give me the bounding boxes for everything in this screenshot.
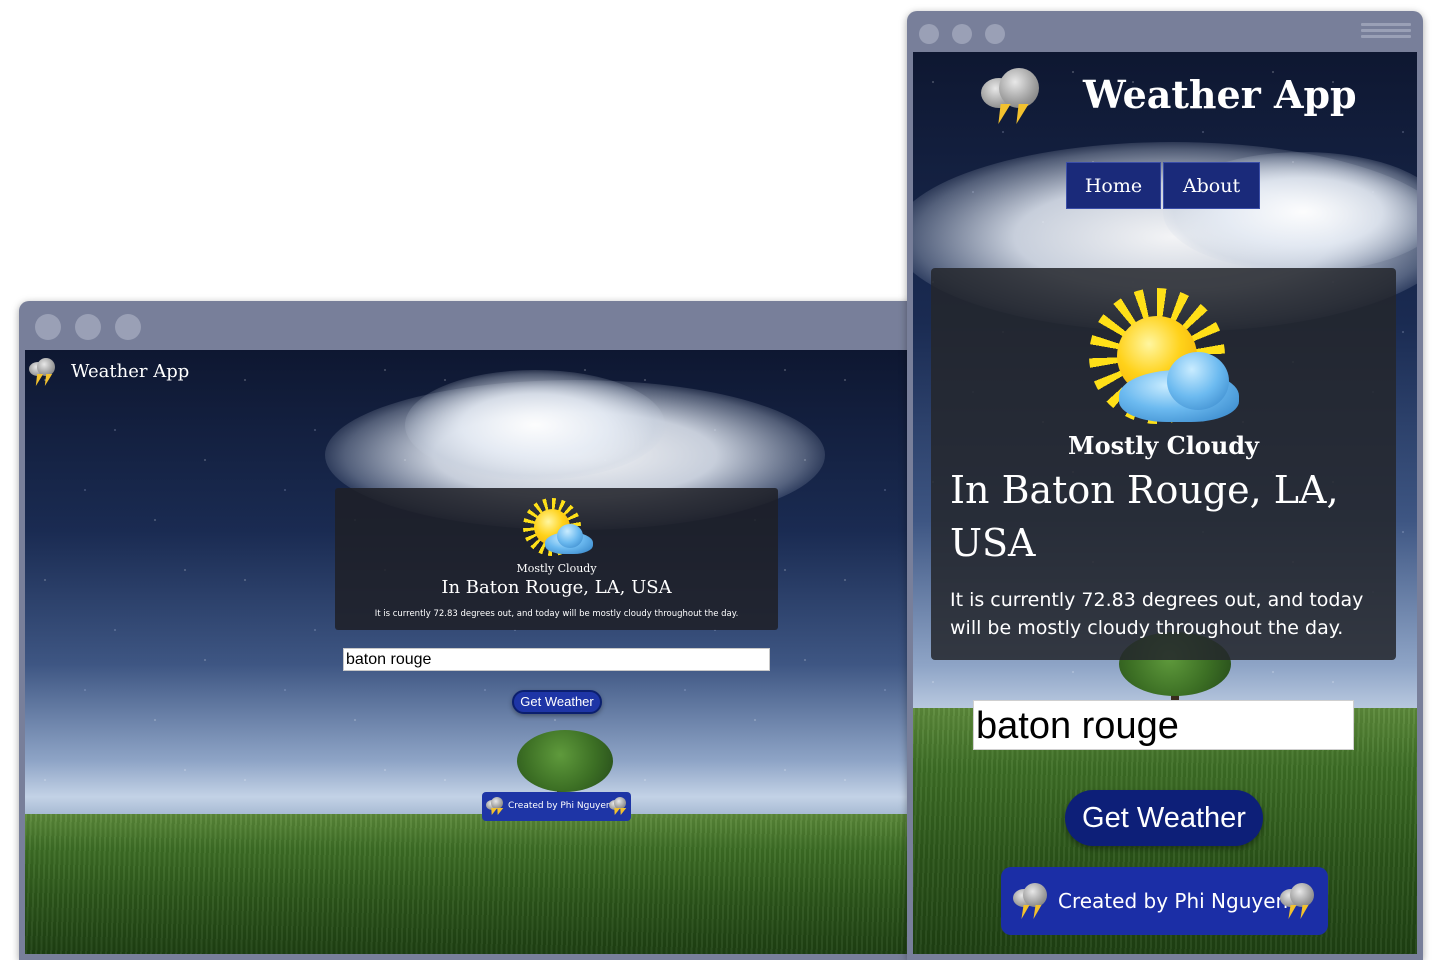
weather-condition: Mostly Cloudy xyxy=(1068,431,1259,460)
app-title[interactable]: Weather App xyxy=(1083,72,1357,117)
thunderstorm-cloud-icon xyxy=(1278,881,1318,921)
credit-badge[interactable]: Created by Phi Nguyen xyxy=(482,792,631,821)
thunderstorm-cloud-icon xyxy=(608,796,628,816)
nav-item-about[interactable]: About xyxy=(1163,162,1260,209)
thunderstorm-cloud-icon[interactable] xyxy=(27,356,57,386)
thunderstorm-cloud-icon xyxy=(485,796,505,816)
desktop-browser-window: Weather App Mostly Cloudy In Baton Rouge… xyxy=(19,301,919,960)
city-search-input[interactable] xyxy=(343,648,770,671)
credit-text: Created by Phi Nguyen xyxy=(1058,889,1289,913)
sun-behind-cloud-icon xyxy=(523,498,595,558)
hamburger-menu-icon[interactable] xyxy=(1361,23,1411,41)
thunderstorm-cloud-icon[interactable] xyxy=(979,64,1043,126)
weather-card: Mostly Cloudy In Baton Rouge, LA, USA It… xyxy=(335,488,778,630)
desktop-titlebar xyxy=(19,301,919,350)
get-weather-button[interactable]: Get Weather xyxy=(1065,790,1263,846)
window-dot-icon xyxy=(115,314,141,340)
cloud-background xyxy=(405,370,665,480)
weather-card: Mostly Cloudy In Baton Rouge, LA, USA It… xyxy=(931,268,1396,660)
mobile-browser-window: Weather App Home About Mostly Cloudy In … xyxy=(907,11,1423,960)
window-dot-icon xyxy=(952,24,972,44)
showcase-stage: Weather App Mostly Cloudy In Baton Rouge… xyxy=(0,0,1443,960)
desktop-viewport: Weather App Mostly Cloudy In Baton Rouge… xyxy=(25,350,913,954)
grass-field-background xyxy=(25,814,913,954)
window-dot-icon xyxy=(75,314,101,340)
credit-text: Created by Phi Nguyen xyxy=(508,801,612,811)
credit-badge[interactable]: Created by Phi Nguyen xyxy=(1001,867,1328,935)
main-nav: Home About xyxy=(1066,162,1260,209)
mobile-titlebar xyxy=(907,11,1423,52)
weather-location: In Baton Rouge, LA, USA xyxy=(441,577,672,598)
weather-description: It is currently 72.83 degrees out, and t… xyxy=(374,609,739,619)
thunderstorm-cloud-icon xyxy=(1011,881,1051,921)
nav-item-home[interactable]: Home xyxy=(1066,162,1161,209)
sun-behind-cloud-icon xyxy=(1089,288,1245,430)
window-dot-icon xyxy=(35,314,61,340)
window-dot-icon xyxy=(919,24,939,44)
weather-description: It is currently 72.83 degrees out, and t… xyxy=(950,589,1364,639)
weather-location: In Baton Rouge, LA, USA xyxy=(950,468,1339,565)
window-dot-icon xyxy=(985,24,1005,44)
city-search-input[interactable]: baton rouge xyxy=(973,700,1354,750)
mobile-viewport: Weather App Home About Mostly Cloudy In … xyxy=(913,52,1417,954)
weather-condition: Mostly Cloudy xyxy=(516,562,597,575)
get-weather-button[interactable]: Get Weather xyxy=(512,690,602,714)
app-title[interactable]: Weather App xyxy=(71,361,189,382)
tree-crown xyxy=(517,730,613,792)
